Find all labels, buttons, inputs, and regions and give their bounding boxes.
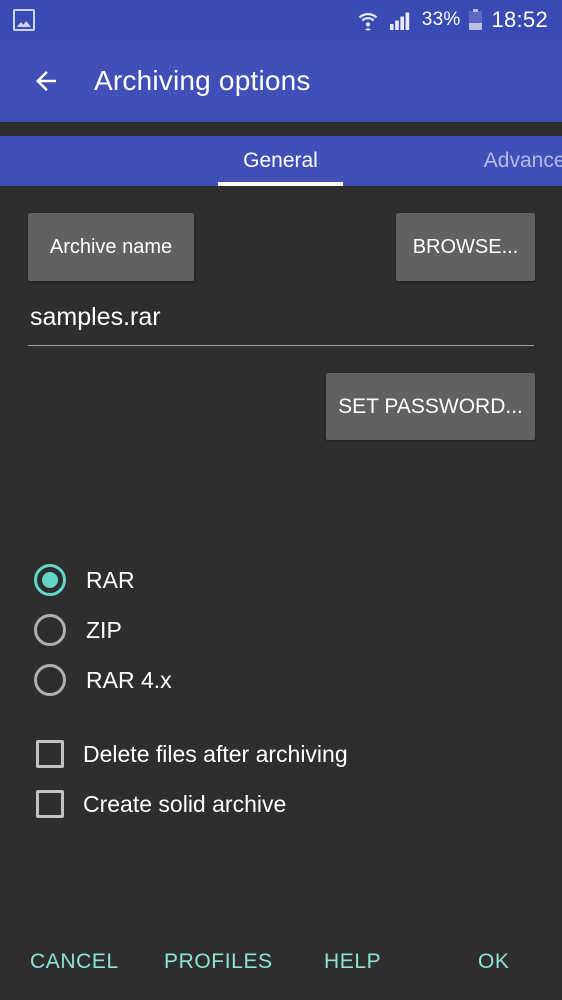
status-bar-left bbox=[13, 9, 35, 31]
app-bar-divider bbox=[0, 122, 562, 136]
checkbox-label-create-solid: Create solid archive bbox=[83, 790, 287, 817]
tab-bar: General Advanced bbox=[0, 136, 562, 186]
radio-label-rar: RAR bbox=[86, 566, 135, 593]
tab-advanced[interactable]: Advanced bbox=[468, 136, 562, 186]
ok-button[interactable]: OK bbox=[478, 924, 510, 1000]
wifi-icon bbox=[358, 13, 377, 31]
radio-label-rar4: RAR 4.x bbox=[86, 666, 172, 693]
set-password-button[interactable]: SET PASSWORD... bbox=[326, 373, 535, 440]
radio-option-zip[interactable]: ZIP bbox=[34, 613, 122, 647]
radio-option-rar[interactable]: RAR bbox=[34, 563, 135, 597]
bottom-action-bar: CANCEL PROFILES HELP OK bbox=[0, 924, 562, 1000]
app-bar: Archiving options bbox=[0, 40, 562, 122]
radio-option-rar4[interactable]: RAR 4.x bbox=[34, 663, 172, 697]
radio-indicator-zip bbox=[34, 614, 66, 646]
checkbox-label-delete-files: Delete files after archiving bbox=[83, 740, 348, 767]
general-tab-content: Archive name BROWSE... RAR ZIP RAR 4.x S… bbox=[0, 186, 562, 924]
archiving-options-screen: 33% 18:52 Archiving options General Adva… bbox=[0, 0, 562, 1000]
status-bar: 33% 18:52 bbox=[0, 0, 562, 40]
checkbox-delete-files-after-archiving[interactable]: Delete files after archiving bbox=[36, 738, 348, 770]
cancel-button[interactable]: CANCEL bbox=[30, 924, 119, 1000]
archive-name-input[interactable] bbox=[28, 298, 534, 346]
arrow-back-icon bbox=[36, 71, 56, 91]
status-bar-right: 33% 18:52 bbox=[356, 7, 548, 33]
tab-general[interactable]: General bbox=[218, 136, 343, 186]
checkbox-indicator-delete-files bbox=[36, 740, 64, 768]
clock-label: 18:52 bbox=[491, 7, 548, 32]
radio-indicator-rar bbox=[34, 564, 66, 596]
gallery-icon bbox=[13, 9, 35, 31]
checkbox-create-solid-archive[interactable]: Create solid archive bbox=[36, 788, 286, 820]
signal-bars-icon bbox=[389, 12, 409, 30]
checkbox-indicator-create-solid bbox=[36, 790, 64, 818]
profiles-button[interactable]: PROFILES bbox=[164, 924, 273, 1000]
archive-name-button[interactable]: Archive name bbox=[28, 213, 194, 281]
page-title: Archiving options bbox=[94, 65, 311, 96]
radio-label-zip: ZIP bbox=[86, 616, 122, 643]
back-button[interactable] bbox=[18, 53, 74, 109]
battery-percent-label: 33% bbox=[421, 9, 461, 30]
help-button[interactable]: HELP bbox=[324, 924, 381, 1000]
radio-indicator-rar4 bbox=[34, 664, 66, 696]
battery-icon bbox=[469, 9, 483, 31]
browse-button[interactable]: BROWSE... bbox=[396, 213, 535, 281]
